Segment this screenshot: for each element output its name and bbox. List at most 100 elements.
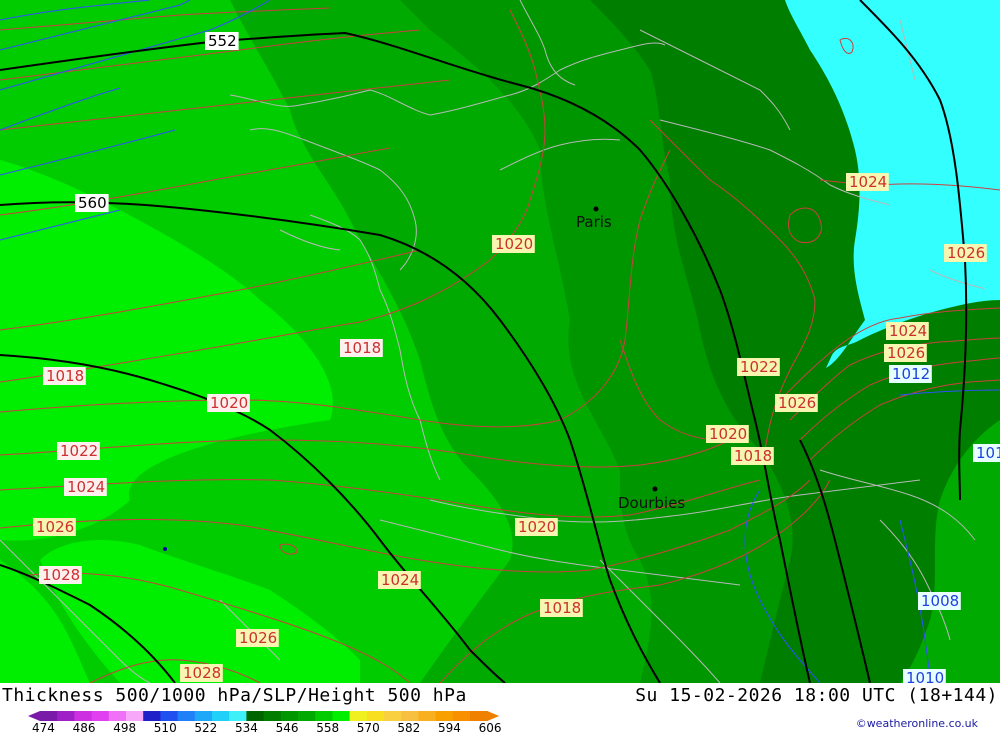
isobar-label-1008-22-text: 1008 [921, 592, 959, 610]
isobar-label-1026-8-text: 1026 [36, 518, 74, 536]
legend-swatch [470, 711, 488, 721]
thickness-label-552: 552 [205, 32, 239, 50]
legend-tick-label: 606 [479, 721, 502, 733]
legend-swatch [126, 711, 144, 721]
legend-swatch [177, 711, 196, 721]
isobar-label-1028-10: 1028 [180, 664, 223, 682]
legend-swatch [435, 711, 454, 721]
legend-swatch [229, 711, 247, 721]
thickness-label-560: 560 [75, 194, 109, 212]
legend-tick-label: 594 [438, 721, 461, 733]
isobar-label-1024-0-text: 1024 [849, 173, 887, 191]
isobar-label-1010-23-text: 1010 [906, 669, 944, 683]
legend-swatch [74, 711, 93, 721]
legend-swatch [280, 711, 299, 721]
isobar-label-1022-6: 1022 [57, 442, 100, 460]
isobar-label-1026-11: 1026 [236, 629, 279, 647]
legend-swatch [40, 711, 58, 721]
legend-tick-label: 474 [32, 721, 55, 733]
isobar-label-1020-17-text: 1020 [709, 425, 747, 443]
isobar-label-1010-23: 1010 [903, 669, 946, 683]
isobar-label-1018-14: 1018 [540, 599, 583, 617]
isobar-label-1024-19: 1024 [886, 322, 929, 340]
legend-swatch [246, 711, 265, 721]
isobar-label-1020-2-text: 1020 [495, 235, 533, 253]
legend-swatch [143, 711, 161, 721]
isobar-label-1024-0: 1024 [846, 173, 889, 191]
city-label-paris: Paris [576, 213, 612, 231]
legend-swatch [108, 711, 127, 721]
city-dot-paris [593, 206, 599, 212]
map-title: Thickness 500/1000 hPa/SLP/Height 500 hP… [2, 685, 467, 706]
legend-swatch [194, 711, 213, 721]
legend-swatch [366, 711, 385, 721]
isobar-label-1012-21: 1012 [889, 365, 932, 383]
legend-swatch [315, 711, 333, 721]
legend-swatch [349, 711, 368, 721]
isobar-label-1024-19-text: 1024 [889, 322, 927, 340]
legend-swatch [332, 711, 351, 721]
legend-tick-label: 534 [235, 721, 258, 733]
legend-tick-label: 498 [113, 721, 136, 733]
thickness-label-552-text: 552 [208, 32, 237, 50]
isobar-label-1024-12: 1024 [378, 571, 421, 589]
isobar-label-1022-15: 1022 [737, 358, 780, 376]
isobar-label-1024-12-text: 1024 [381, 571, 419, 589]
isobar-label-1022-15-text: 1022 [740, 358, 778, 376]
isobar-label-1024-7: 1024 [64, 478, 107, 496]
isobar-label-1020-5-text: 1020 [210, 394, 248, 412]
isobar-label-1026-8: 1026 [33, 518, 76, 536]
map-footer: Thickness 500/1000 hPa/SLP/Height 500 hP… [0, 683, 1000, 733]
isobar-label-1020-17: 1020 [706, 425, 749, 443]
isobar-label-101-24: 101 [973, 444, 1000, 462]
legend-tick-label: 558 [316, 721, 339, 733]
legend-swatch [57, 711, 75, 721]
legend-swatch [263, 711, 282, 721]
legend-tick-label: 570 [357, 721, 380, 733]
weather-map-viewer: Paris Dourbies 552 560 1024 1026 1020 1018 101… [0, 0, 1000, 733]
credit-link[interactable]: ©weatheronline.co.uk [856, 717, 978, 730]
isobar-label-1018-14-text: 1018 [543, 599, 581, 617]
legend-swatch [418, 711, 437, 721]
isobar-label-1026-11-text: 1026 [239, 629, 277, 647]
isobar-label-1028-10-text: 1028 [183, 664, 221, 682]
legend-swatch [384, 711, 402, 721]
legend-tick-label: 582 [397, 721, 420, 733]
forecast-datetime: Su 15-02-2026 18:00 UTC (18+144) [635, 685, 998, 706]
legend-tick-label: 486 [73, 721, 96, 733]
weather-map[interactable]: Paris Dourbies 552 560 1024 1026 1020 1018 101… [0, 0, 1000, 683]
isobar-label-1018-18: 1018 [731, 447, 774, 465]
city-dot-dourbies [652, 486, 658, 492]
isobar-label-1018-18-text: 1018 [734, 447, 772, 465]
isobar-label-1018-3: 1018 [340, 339, 383, 357]
isobar-label-1028-9-text: 1028 [42, 566, 80, 584]
isobar-label-1018-4-text: 1018 [46, 367, 84, 385]
isobar-label-1008-22: 1008 [918, 592, 961, 610]
legend-swatch [401, 711, 419, 721]
isobar-label-1020-13-text: 1020 [518, 518, 556, 536]
isobar-label-1026-16: 1026 [775, 394, 818, 412]
legend-tick-label: 522 [194, 721, 217, 733]
legend-right-arrow [487, 711, 500, 721]
legend-tick-label: 510 [154, 721, 177, 733]
isobar-label-1018-3-text: 1018 [343, 339, 381, 357]
isobar-label-1026-1-text: 1026 [947, 244, 985, 262]
legend-tick-label: 546 [276, 721, 299, 733]
isobar-label-1020-2: 1020 [492, 235, 535, 253]
isobar-label-1026-16-text: 1026 [778, 394, 816, 412]
isobar-label-1024-7-text: 1024 [67, 478, 105, 496]
thickness-label-560-text: 560 [78, 194, 107, 212]
isobar-label-1026-20-text: 1026 [887, 344, 925, 362]
legend-swatch [452, 711, 471, 721]
legend-left-arrow [28, 711, 40, 721]
isobar-label-1018-4: 1018 [43, 367, 86, 385]
isobar-label-1022-6-text: 1022 [60, 442, 98, 460]
legend-swatch [91, 711, 110, 721]
legend-swatch [212, 711, 230, 721]
marker-dot [163, 547, 167, 551]
city-label-dourbies: Dourbies [618, 494, 685, 512]
legend-swatch [160, 711, 179, 721]
isobar-label-1026-20: 1026 [884, 344, 927, 362]
legend-swatch [298, 711, 316, 721]
isobar-label-1026-1: 1026 [944, 244, 987, 262]
